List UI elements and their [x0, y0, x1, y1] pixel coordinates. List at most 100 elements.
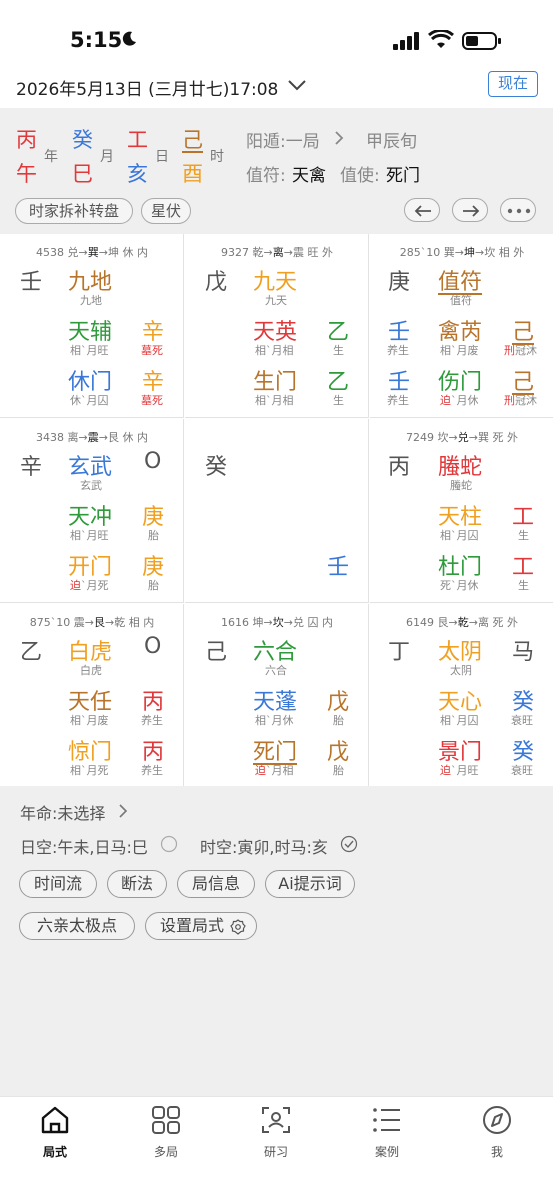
- star-sub: 相`月旺: [70, 344, 109, 357]
- next-button[interactable]: [452, 198, 488, 222]
- zhishi-value: 死门: [386, 166, 420, 186]
- door-sub: 相`月死: [70, 764, 109, 777]
- earth-stem: 丁: [388, 640, 411, 665]
- detail-section: 年命:未选择 日空:午未,日马:巳 时空:寅卯,时马:亥 时间流 断法 局信息 …: [0, 786, 553, 1096]
- arrow-left-icon: [414, 205, 431, 217]
- god-sub: 太阴: [450, 664, 472, 677]
- shikong-text: 时空:寅卯,时马:亥: [200, 838, 328, 857]
- zhifu-label: 值符:: [246, 166, 286, 186]
- tab-label: 局式: [42, 1145, 67, 1159]
- star-sub: 相`月相: [255, 344, 294, 357]
- hour-stem: 己: [182, 128, 203, 152]
- grid-icon: [152, 1106, 180, 1134]
- star-stem-sub: 衰旺: [511, 714, 533, 727]
- tab-jushi[interactable]: 局式: [15, 1105, 95, 1160]
- settings-layout-button[interactable]: 设置局式: [145, 912, 257, 940]
- rikong-text: 日空:午未,日马:巳: [20, 838, 148, 857]
- door-stem-sub: 墓死: [141, 394, 163, 407]
- palace-center[interactable]: 癸 壬: [185, 419, 369, 603]
- jubinfo-button[interactable]: 局信息: [177, 870, 255, 898]
- palace-header: 1616 坤→坎→兑 囚 内: [221, 616, 333, 629]
- palace-header: 7249 坎→兑→巽 死 外: [406, 431, 518, 444]
- tab-duoju[interactable]: 多局: [126, 1105, 206, 1160]
- god-sub: 玄武: [80, 479, 102, 492]
- god-sub: 九天: [265, 294, 287, 307]
- compass-icon: [483, 1106, 511, 1134]
- star-stem-sub: 胎: [148, 529, 159, 542]
- tab-me[interactable]: 我: [457, 1105, 537, 1160]
- palace-kan[interactable]: 1616 坤→坎→兑 囚 内 己 六合 六合 天蓬 相`月休 戊 胎 死门 迫`…: [185, 604, 369, 786]
- god-sub: 值符: [450, 294, 472, 307]
- door-sub: 迫`月旺: [440, 764, 479, 777]
- year-label: 年: [44, 149, 58, 165]
- earth-stem: 辛: [20, 455, 43, 480]
- palace-dui[interactable]: 7249 坎→兑→巽 死 外 丙 螣蛇 螣蛇 天柱 相`月囚 工 生 杜门 死`…: [370, 419, 553, 603]
- day-stem: 工: [127, 128, 148, 152]
- star-sub: 相`月废: [70, 714, 109, 727]
- palace-kun[interactable]: 285`10 巽→坤→坎 相 外 庚 值符 值符 壬 养生 禽芮 相`月废 己 …: [370, 234, 553, 418]
- earth-stem: 乙: [20, 640, 43, 665]
- god-sub: 白虎: [80, 664, 102, 677]
- palace-zhen[interactable]: 3438 离→震→艮 休 内 辛 玄武 玄武 O 天冲 相`月旺 庚 胎 开门 …: [0, 419, 184, 603]
- star-mode-chip[interactable]: 星伏: [141, 198, 191, 224]
- arrow-right-icon: [463, 205, 480, 217]
- nianming-selector[interactable]: 年命:未选择: [20, 800, 105, 824]
- duanfa-button[interactable]: 断法: [107, 870, 167, 898]
- star-stem-sub: 墓死: [141, 344, 163, 357]
- tab-yanxi[interactable]: 研习: [236, 1105, 316, 1160]
- chevron-down-icon[interactable]: [287, 79, 307, 91]
- palace-header: 9327 乾→离→震 旺 外: [221, 246, 333, 259]
- door-stem-sub: 胎: [148, 579, 159, 592]
- star-sub: 相`月囚: [440, 714, 479, 727]
- palace-grid: 4538 兑→巽→坤 休 内 壬 九地 九地 天辅 相`月旺 辛 墓死 休门 休…: [0, 234, 553, 786]
- star-sub: 相`月囚: [440, 529, 479, 542]
- chevron-right-icon[interactable]: [334, 130, 344, 146]
- date-selector[interactable]: 2026年5月13日 (三月廿七)17:08: [16, 75, 278, 100]
- palace-header: 4538 兑→巽→坤 休 内: [36, 246, 148, 259]
- god-sub: 螣蛇: [450, 479, 472, 492]
- tab-label: 我: [490, 1145, 503, 1159]
- month-stem: 癸: [72, 128, 93, 152]
- zhishi-label: 值使:: [340, 166, 380, 186]
- palace-header: 6149 艮→乾→离 死 外: [406, 616, 518, 629]
- center-top-stem: 癸: [205, 455, 228, 480]
- yangdun-text[interactable]: 阳遁:一局: [246, 127, 320, 152]
- month-branch: 巳: [72, 162, 93, 186]
- list-icon: [373, 1108, 400, 1132]
- scan-icon: [262, 1107, 290, 1133]
- zhifu-value: 天禽: [292, 166, 326, 186]
- god-sub: 六合: [265, 664, 287, 677]
- palace-header: 285`10 巽→坤→坎 相 外: [399, 246, 525, 259]
- more-button[interactable]: [500, 198, 536, 222]
- god-sub: 九地: [80, 294, 102, 307]
- tab-label: 多局: [153, 1145, 178, 1159]
- gear-icon: [230, 919, 246, 935]
- ai-prompt-button[interactable]: Ai提示词: [265, 870, 355, 898]
- door-sub: 迫`月死: [70, 579, 109, 592]
- palace-qian[interactable]: 6149 艮→乾→离 死 外 丁 太阴 太阴 马 天心 相`月囚 癸 衰旺 景门…: [370, 604, 553, 786]
- star-sub: 相`月废: [440, 344, 479, 357]
- radio-unchecked-icon[interactable]: [160, 835, 178, 853]
- wifi-icon: [428, 30, 454, 48]
- liuqin-button[interactable]: 六亲太极点: [19, 912, 135, 940]
- tab-anli[interactable]: 案例: [347, 1105, 427, 1160]
- star-left-sub: 养生: [387, 344, 409, 357]
- timeflow-button[interactable]: 时间流: [19, 870, 97, 898]
- now-button[interactable]: 现在: [488, 71, 538, 97]
- year-branch: 午: [16, 162, 37, 186]
- status-bar: 5:15: [0, 0, 553, 62]
- rotate-mode-chip[interactable]: 时家拆补转盘: [15, 198, 133, 224]
- void-mark: O: [144, 449, 162, 474]
- star-sub: 相`月休: [255, 714, 294, 727]
- earth-stem: 戊: [205, 270, 228, 295]
- door-sub: 迫`月相: [255, 764, 294, 777]
- check-circle-icon[interactable]: [340, 835, 358, 853]
- more-icon: [507, 208, 531, 214]
- palace-li[interactable]: 9327 乾→离→震 旺 外 戊 九天 九天 天英 相`月相 乙 生 生门 相`…: [185, 234, 369, 418]
- palace-gen[interactable]: 875`10 震→艮→乾 相 内 乙 白虎 白虎 O 天任 相`月废 丙 养生 …: [0, 604, 184, 786]
- status-time: 5:15: [70, 28, 123, 52]
- day-branch: 亥: [127, 162, 148, 186]
- prev-button[interactable]: [404, 198, 440, 222]
- palace-xun[interactable]: 4538 兑→巽→坤 休 内 壬 九地 九地 天辅 相`月旺 辛 墓死 休门 休…: [0, 234, 184, 418]
- chevron-right-icon[interactable]: [118, 803, 128, 819]
